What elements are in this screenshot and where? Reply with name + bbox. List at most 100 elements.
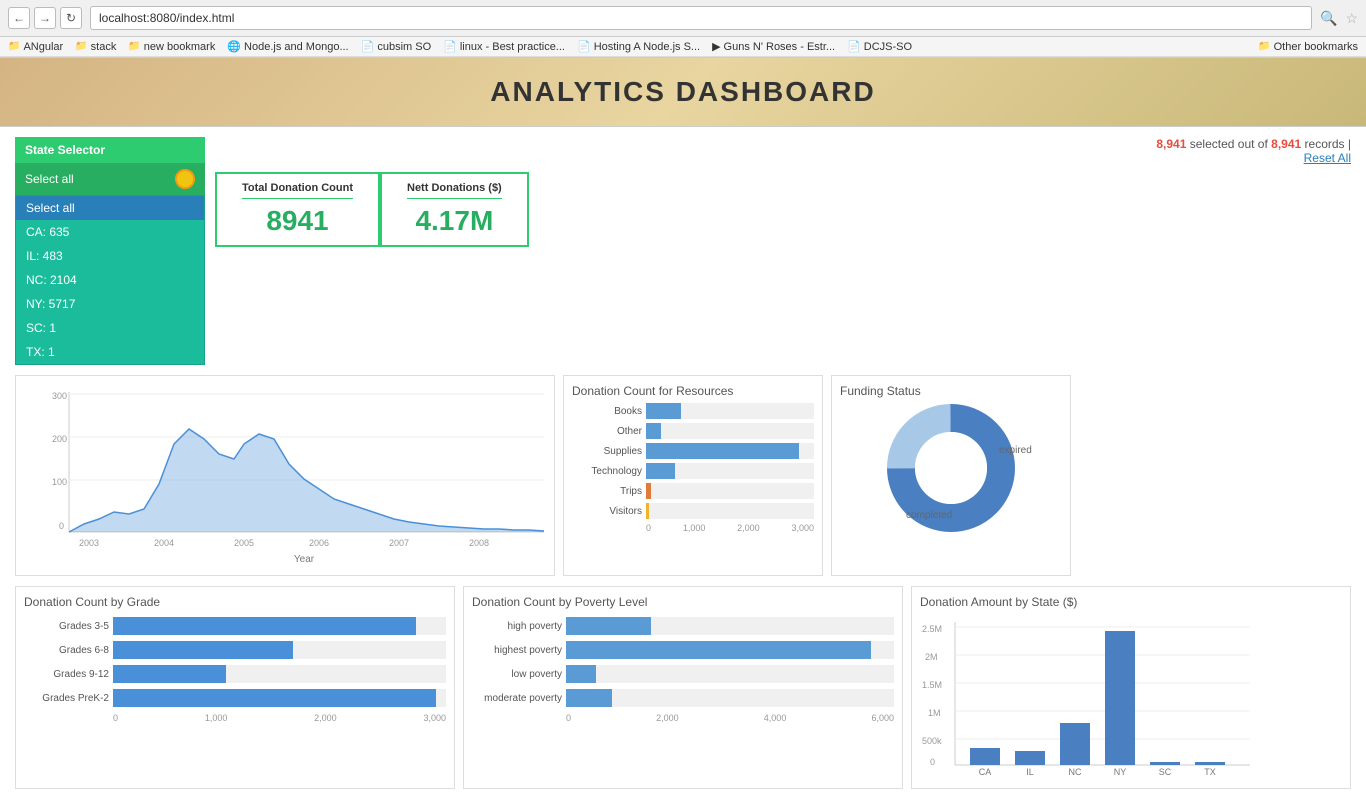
bookmark-other[interactable]: 📁 Other bookmarks (1258, 41, 1358, 53)
timeline-svg: 300 200 100 0 200 (24, 384, 554, 564)
svg-text:300: 300 (52, 391, 67, 401)
grade-label: Grades PreK-2 (24, 693, 109, 704)
bar-axis: 0 1,000 2,000 3,000 (572, 523, 814, 533)
svg-text:2006: 2006 (309, 538, 329, 548)
search-button[interactable]: 🔍 (1320, 10, 1337, 27)
refresh-button[interactable]: ↻ (60, 7, 82, 29)
bar-container (646, 503, 814, 519)
resources-bar-chart: Books Other Supplies (572, 403, 814, 533)
bookmarks-bar: 📁 ANgular 📁 stack 📁 new bookmark 🌐 Node.… (0, 37, 1366, 57)
forward-button[interactable]: → (34, 7, 56, 29)
folder-icon: 📁 (75, 41, 87, 52)
records-summary: 8,941 selected out of 8,941 records | (1156, 137, 1351, 151)
poverty-bar-row: highest poverty (472, 641, 894, 659)
state-option-tx[interactable]: TX: 1 (16, 340, 204, 364)
bar-label: Visitors (572, 506, 642, 517)
bookmark-hosting[interactable]: 📄 Hosting A Node.js S... (577, 40, 700, 53)
poverty-chart: Donation Count by Poverty Level high pov… (463, 586, 903, 789)
svg-text:TX: TX (1204, 767, 1216, 777)
url-text: localhost:8080/index.html (99, 11, 234, 25)
poverty-bar-container (566, 641, 894, 659)
address-bar[interactable]: localhost:8080/index.html (90, 6, 1312, 30)
state-option-sc[interactable]: SC: 1 (16, 316, 204, 340)
bar-container (646, 403, 814, 419)
records-info: 8,941 selected out of 8,941 records | Re… (1156, 137, 1351, 165)
grade-bar-container (113, 665, 446, 683)
bar-row-trips: Trips (572, 483, 814, 499)
timeline-chart: 300 200 100 0 200 (15, 375, 555, 576)
grade-label: Grades 6-8 (24, 645, 109, 656)
bar-fill (646, 443, 799, 459)
bookmark-stack[interactable]: 📁 stack (75, 41, 116, 53)
bar-container (646, 423, 814, 439)
bookmark-nodejs-mongo[interactable]: 🌐 Node.js and Mongo... (227, 40, 348, 53)
bookmark-cubsim[interactable]: 📄 cubsim SO (361, 40, 432, 53)
poverty-chart-title: Donation Count by Poverty Level (472, 595, 894, 609)
grade-bar-row: Grades 3-5 (24, 617, 446, 635)
state-selector-input[interactable]: Select all (15, 163, 205, 195)
state-option-select-all[interactable]: Select all (16, 196, 204, 220)
kpi-total-donation-label: Total Donation Count (242, 182, 353, 199)
state-selector-circle-button[interactable] (175, 169, 195, 189)
poverty-bar-fill (566, 641, 871, 659)
svg-text:NY: NY (1114, 767, 1127, 777)
grade-bar-container (113, 617, 446, 635)
reset-all-link[interactable]: Reset All (1304, 151, 1351, 165)
svg-text:2008: 2008 (469, 538, 489, 548)
state-amount-chart-title: Donation Amount by State ($) (920, 595, 1342, 609)
state-amount-chart: Donation Amount by State ($) 2.5M 2M 1.5… (911, 586, 1351, 789)
top-row: State Selector Select all Select all CA:… (15, 137, 1351, 365)
bookmark-dcjs[interactable]: 📄 DCJS-SO (847, 40, 912, 53)
bar-row-supplies: Supplies (572, 443, 814, 459)
state-selector-container: State Selector Select all Select all CA:… (15, 137, 205, 365)
bar-container (646, 463, 814, 479)
back-button[interactable]: ← (8, 7, 30, 29)
bar-container (646, 443, 814, 459)
grade-label: Grades 3-5 (24, 621, 109, 632)
bar-label: Technology (572, 466, 642, 477)
charts-row-1: 300 200 100 0 200 (15, 375, 1351, 576)
bookmark-star[interactable]: ☆ (1345, 10, 1358, 27)
grade-chart: Donation Count by Grade Grades 3-5 Grade… (15, 586, 455, 789)
svg-text:Year: Year (294, 554, 315, 564)
grade-bar-row: Grades 9-12 (24, 665, 446, 683)
browser-toolbar: ← → ↻ localhost:8080/index.html 🔍 ☆ (0, 0, 1366, 37)
grade-bar-fill (113, 617, 416, 635)
bar-fill-yellow (646, 503, 649, 519)
bookmark-new[interactable]: 📁 new bookmark (128, 41, 215, 53)
poverty-bar-fill (566, 665, 596, 683)
state-option-ny[interactable]: NY: 5717 (16, 292, 204, 316)
bookmark-linux[interactable]: 📄 linux - Best practice... (443, 40, 565, 53)
bar-label: Trips (572, 486, 642, 497)
poverty-label: low poverty (472, 669, 562, 680)
state-option-nc[interactable]: NC: 2104 (16, 268, 204, 292)
state-dropdown: Select all CA: 635 IL: 483 NC: 2104 NY: … (15, 195, 205, 365)
bar-container (646, 483, 814, 499)
grade-bar-row: Grades PreK-2 (24, 689, 446, 707)
svg-text:2M: 2M (925, 652, 938, 662)
svg-text:500k: 500k (922, 736, 942, 746)
bookmark-angular[interactable]: 📁 ANgular (8, 41, 63, 53)
state-option-il[interactable]: IL: 483 (16, 244, 204, 268)
selected-count: 8,941 (1156, 137, 1186, 151)
svg-text:0: 0 (59, 521, 64, 531)
page-content: ANALYTICS DASHBOARD State Selector Selec… (0, 58, 1366, 799)
grade-axis: 0 1,000 2,000 3,000 (24, 713, 446, 723)
poverty-bar-container (566, 617, 894, 635)
grade-bar-fill (113, 689, 436, 707)
dashboard: State Selector Select all Select all CA:… (0, 127, 1366, 799)
folder-icon: 📁 (128, 41, 140, 52)
svg-text:IL: IL (1026, 767, 1034, 777)
kpi-total-donation: Total Donation Count 8941 (215, 172, 380, 247)
bookmark-guns[interactable]: ▶ Guns N' Roses - Estr... (712, 40, 835, 53)
bar-ny (1105, 631, 1135, 765)
browser-nav-buttons: ← → ↻ (8, 7, 82, 29)
bar-sc (1150, 762, 1180, 765)
state-option-ca[interactable]: CA: 635 (16, 220, 204, 244)
poverty-bar-row: moderate poverty (472, 689, 894, 707)
svg-text:100: 100 (52, 477, 67, 487)
kpi-nett-donations: Nett Donations ($) 4.17M (380, 172, 529, 247)
browser-chrome: ← → ↻ localhost:8080/index.html 🔍 ☆ 📁 AN… (0, 0, 1366, 58)
grade-chart-title: Donation Count by Grade (24, 595, 446, 609)
bar-row-books: Books (572, 403, 814, 419)
